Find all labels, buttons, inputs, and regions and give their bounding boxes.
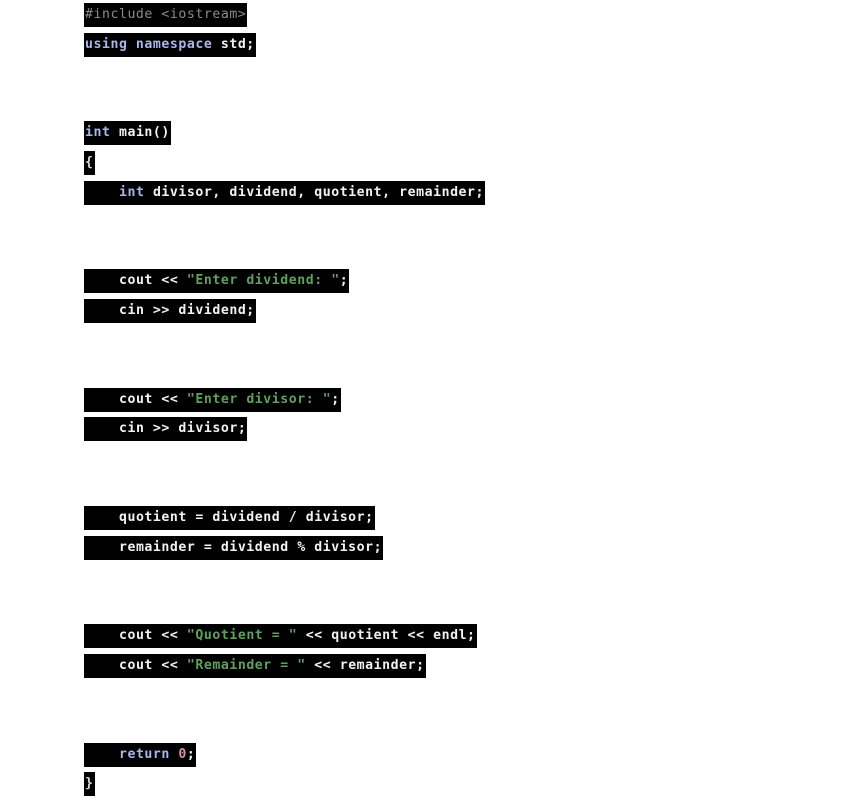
code-highlight-run: cin >> dividend; [84,298,256,323]
code-token-plain: cin >> dividend; [118,302,255,318]
code-line: cout << "Enter divisor: "; [0,385,857,415]
code-highlight-run: cout << "Enter divisor: "; [84,387,341,412]
code-token-number: 0 [178,746,187,762]
code-token-plain: cin >> divisor; [118,421,247,437]
code-token-brace: } [85,776,94,792]
code-token-keyword: int [118,184,153,200]
code-token-plain: remainder = dividend % divisor; [118,539,383,555]
code-token-plain: << quotient << endl; [297,628,476,644]
code-token-plain: ; [186,746,196,762]
code-line: quotient = dividend / divisor; [0,503,857,533]
code-highlight-run: cout << "Quotient = " << quotient << end… [84,624,477,649]
code-token-plain: ; [331,391,340,407]
code-token-keyword: return [118,746,179,762]
code-token-plain: main() [118,125,170,141]
code-token-string: "Enter divisor: " [186,391,332,407]
code-line: cout << "Remainder = " << remainder; [0,651,857,681]
code-highlight-run: remainder = dividend % divisor; [84,535,384,560]
code-highlight-run: { [84,150,95,175]
code-token-plain: ; [339,273,349,289]
code-line: } [0,769,857,799]
code-token-preproc: #include <iostream> [85,7,247,22]
code-token-string: "Quotient = " [186,628,298,644]
code-token-plain: cout << [118,391,187,407]
code-highlight-run: } [84,772,95,797]
code-highlight-run: cout << "Remainder = " << remainder; [84,654,426,679]
code-line: { [0,148,857,178]
code-line: using namespace std; [0,30,857,60]
code-token-plain: cout << [118,658,187,674]
code-token-keyword: int [85,125,119,141]
code-highlight-run: quotient = dividend / divisor; [84,506,375,531]
code-token-plain: << remainder; [305,658,425,674]
code-line: return 0; [0,740,857,770]
code-line: cin >> divisor; [0,414,857,444]
code-line: cout << "Enter dividend: "; [0,266,857,296]
code-highlight-run: cout << "Enter dividend: "; [84,269,350,294]
code-token-plain: divisor, dividend, quotient, remainder; [152,184,485,200]
code-token-keyword: using namespace [85,36,221,52]
code-token-plain: cout << [118,273,187,289]
code-token-string: "Remainder = " [186,658,306,674]
code-line: remainder = dividend % divisor; [0,533,857,563]
code-token-plain: quotient = dividend / divisor; [118,510,374,526]
code-token-plain: cout << [118,628,187,644]
code-line: int main() [0,118,857,148]
code-highlight-run: int main() [84,121,171,146]
code-snippet: #include <iostream> using namespace std; i… [0,0,857,797]
code-line: cin >> dividend; [0,296,857,326]
code-token-brace: { [85,154,94,170]
code-token-plain: std; [220,36,255,52]
code-highlight-run: return 0; [84,742,197,767]
code-line: int divisor, dividend, quotient, remaind… [0,178,857,208]
code-highlight-run: #include <iostream> [84,3,248,27]
code-highlight-run: using namespace std; [84,32,256,57]
code-highlight-run: int divisor, dividend, quotient, remaind… [84,180,486,205]
code-line: cout << "Quotient = " << quotient << end… [0,621,857,651]
code-token-string: "Enter dividend: " [186,273,340,289]
code-highlight-run: cin >> divisor; [84,417,248,442]
code-line: #include <iostream> [0,0,857,30]
